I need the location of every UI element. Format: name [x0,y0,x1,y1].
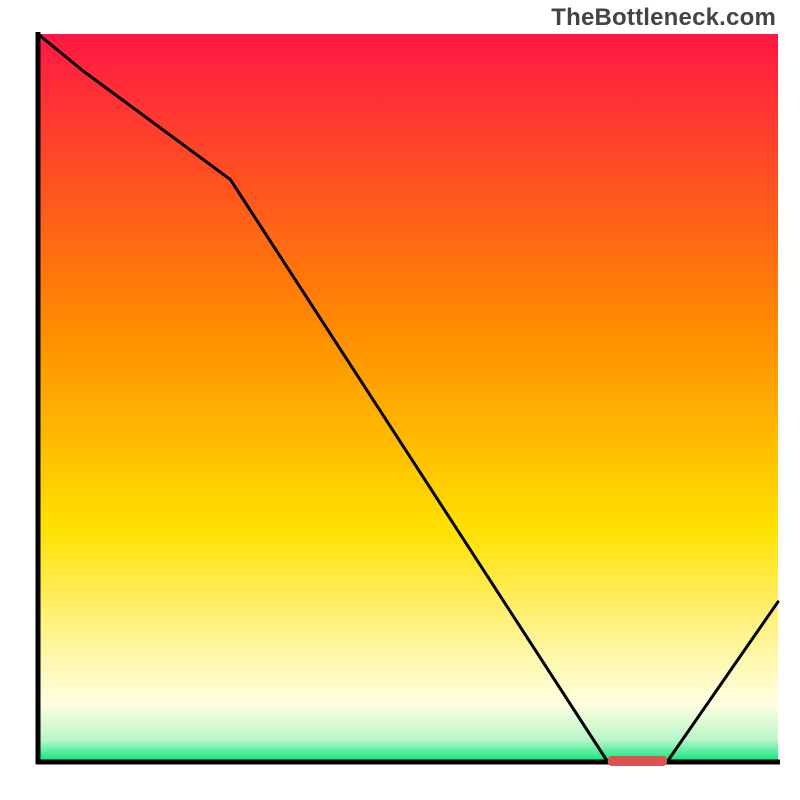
bottleneck-chart: TheBottleneck.com [0,0,800,800]
watermark-label: TheBottleneck.com [551,4,776,32]
plot-area [38,34,778,762]
optimal-marker [608,756,667,766]
chart-svg [0,0,800,800]
